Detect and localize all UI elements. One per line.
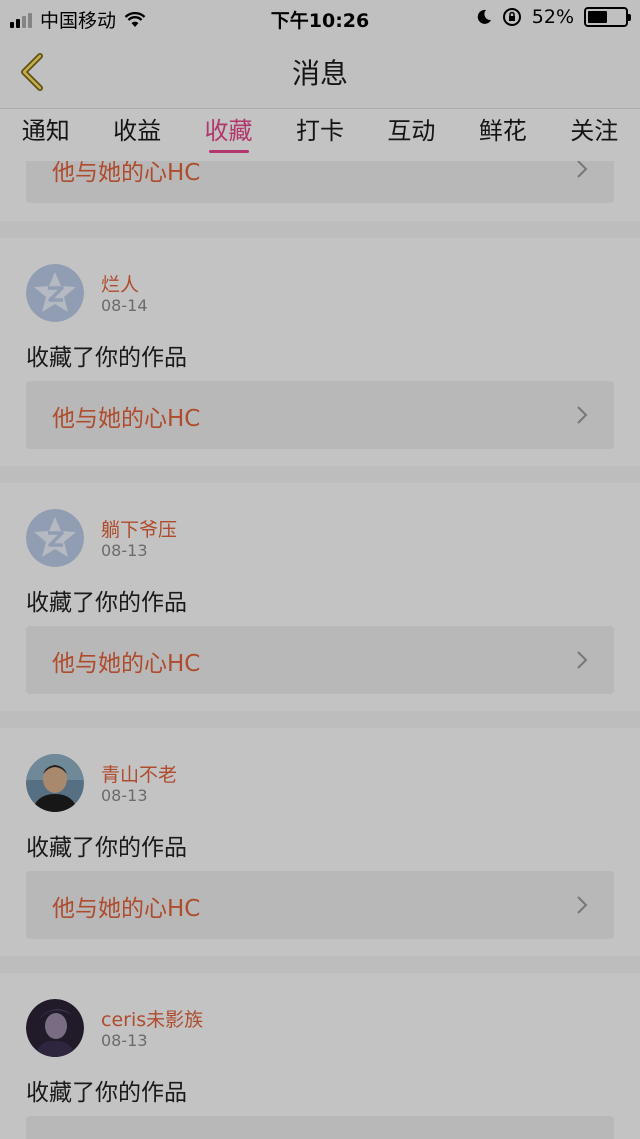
user-name[interactable]: ceris未影族 [101, 1005, 203, 1032]
tab-notice[interactable]: 通知 [18, 109, 74, 161]
status-right: 52% [476, 6, 631, 28]
nav-bar: 消息 [0, 36, 640, 109]
work-title: 他与她的心HC [52, 651, 201, 677]
battery-percent: 52% [531, 6, 574, 28]
list-item: ceris未影族 08-13 收藏了你的作品 [0, 973, 640, 1139]
work-title: 他与她的心HC [52, 161, 201, 186]
tab-flowers[interactable]: 鲜花 [475, 109, 531, 161]
action-text: 收藏了你的作品 [26, 590, 187, 616]
tab-follow[interactable]: 关注 [566, 109, 622, 161]
rotation-lock-icon [502, 8, 521, 26]
tab-favorites[interactable]: 收藏 [201, 109, 257, 161]
avatar[interactable] [26, 754, 84, 812]
user-name[interactable]: 躺下爷压 [101, 515, 177, 542]
page-title: 消息 [291, 57, 348, 90]
work-link[interactable]: 他与她的心HC [26, 161, 614, 203]
chevron-right-icon [577, 406, 588, 424]
list-item: 他与她的心HC [0, 161, 640, 221]
tab-checkin[interactable]: 打卡 [292, 109, 348, 161]
list-item: 躺下爷压 08-13 收藏了你的作品 他与她的心HC [0, 483, 640, 711]
chevron-right-icon [577, 651, 588, 669]
moon-icon [477, 9, 491, 24]
chevron-right-icon [577, 896, 588, 914]
work-link[interactable]: 他与她的心HC [26, 871, 614, 939]
work-title: 他与她的心HC [52, 406, 201, 432]
avatar[interactable] [26, 509, 84, 567]
message-list[interactable]: 他与她的心HC 烂人 08-14 收藏了你的作品 他与她的心HC 躺下爷压 08… [0, 161, 640, 1139]
action-text: 收藏了你的作品 [26, 835, 187, 861]
tab-bar: 通知 收益 收藏 打卡 互动 鲜花 关注 [0, 109, 640, 161]
user-photo-icon [26, 754, 84, 812]
battery-icon [584, 7, 631, 27]
list-item: 烂人 08-14 收藏了你的作品 他与她的心HC [0, 238, 640, 466]
avatar[interactable] [26, 264, 84, 322]
default-avatar-icon [26, 509, 84, 567]
item-date: 08-13 [101, 786, 148, 805]
tab-interaction[interactable]: 互动 [383, 109, 439, 161]
tab-earnings[interactable]: 收益 [109, 109, 165, 161]
chevron-right-icon [577, 161, 588, 178]
user-name[interactable]: 青山不老 [101, 760, 177, 787]
default-avatar-icon [26, 264, 84, 322]
item-date: 08-14 [101, 296, 148, 315]
action-text: 收藏了你的作品 [26, 345, 187, 371]
work-link[interactable] [26, 1116, 614, 1139]
work-link[interactable]: 他与她的心HC [26, 381, 614, 449]
action-text: 收藏了你的作品 [26, 1080, 187, 1106]
user-photo-icon [26, 999, 84, 1057]
work-title: 他与她的心HC [52, 896, 201, 922]
list-item: 青山不老 08-13 收藏了你的作品 他与她的心HC [0, 728, 640, 956]
item-date: 08-13 [101, 541, 148, 560]
item-date: 08-13 [101, 1031, 148, 1050]
avatar[interactable] [26, 999, 84, 1057]
status-bar: 中国移动 下午10:26 52% [0, 0, 640, 36]
user-name[interactable]: 烂人 [101, 270, 139, 297]
work-link[interactable]: 他与她的心HC [26, 626, 614, 694]
